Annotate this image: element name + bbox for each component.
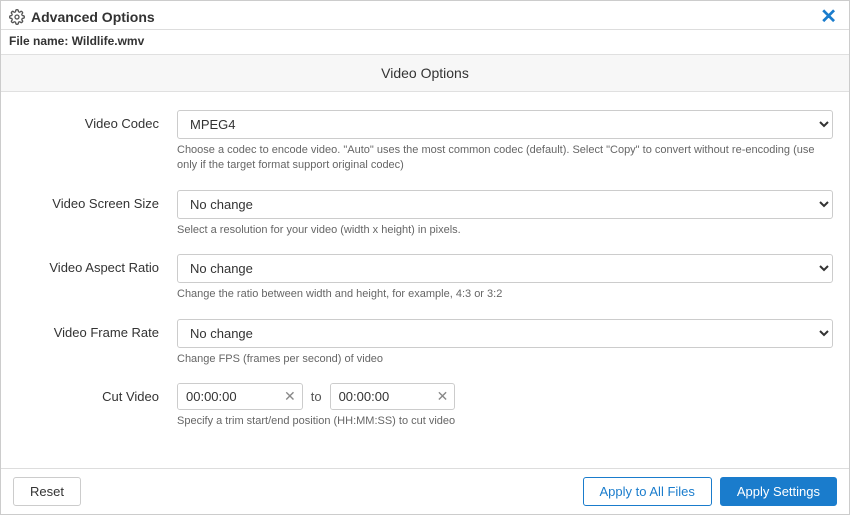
cut-end-input[interactable] bbox=[331, 384, 431, 409]
apply-all-button[interactable]: Apply to All Files bbox=[583, 477, 712, 506]
cut-start-wrapper: ✕ bbox=[177, 383, 303, 410]
to-label: to bbox=[311, 389, 322, 404]
cut-video-hint: Specify a trim start/end position (HH:MM… bbox=[177, 414, 833, 429]
video-frame-rate-group: No change 23.976 24 25 29.97 30 60 Chang… bbox=[177, 319, 833, 367]
video-aspect-ratio-label: Video Aspect Ratio bbox=[17, 254, 177, 275]
video-codec-select[interactable]: Auto MPEG4 H.264 H.265 Copy WMV bbox=[177, 110, 833, 139]
file-name-value: Wildlife.wmv bbox=[72, 34, 145, 48]
cut-video-controls: ✕ to ✕ Specify a trim start/end position… bbox=[177, 383, 833, 429]
gear-icon bbox=[9, 9, 25, 25]
apply-settings-button[interactable]: Apply Settings bbox=[720, 477, 837, 506]
dialog-body: Video Options Video Codec Auto MPEG4 H.2… bbox=[1, 54, 849, 468]
video-frame-rate-label: Video Frame Rate bbox=[17, 319, 177, 340]
video-screen-size-label: Video Screen Size bbox=[17, 190, 177, 211]
cut-video-inputs: ✕ to ✕ bbox=[177, 383, 833, 410]
reset-button[interactable]: Reset bbox=[13, 477, 81, 506]
video-screen-size-row: Video Screen Size No change 320x240 640x… bbox=[1, 182, 849, 246]
video-aspect-ratio-hint: Change the ratio between width and heigh… bbox=[177, 287, 833, 302]
footer-right: Apply to All Files Apply Settings bbox=[583, 477, 837, 506]
dialog-footer: Reset Apply to All Files Apply Settings bbox=[1, 468, 849, 514]
cut-start-input[interactable] bbox=[178, 384, 278, 409]
video-frame-rate-select[interactable]: No change 23.976 24 25 29.97 30 60 bbox=[177, 319, 833, 348]
cut-video-row: Cut Video ✕ to ✕ Specify a trim start/en… bbox=[1, 375, 849, 437]
cut-end-wrapper: ✕ bbox=[330, 383, 456, 410]
video-frame-rate-row: Video Frame Rate No change 23.976 24 25 … bbox=[1, 311, 849, 375]
title-text: Advanced Options bbox=[31, 9, 155, 25]
video-screen-size-select[interactable]: No change 320x240 640x480 1280x720 1920x… bbox=[177, 190, 833, 219]
section-video-options: Video Options bbox=[1, 54, 849, 92]
dialog-title: Advanced Options bbox=[9, 9, 155, 25]
video-screen-size-group: No change 320x240 640x480 1280x720 1920x… bbox=[177, 190, 833, 238]
file-name-row: File name: Wildlife.wmv bbox=[1, 30, 849, 54]
video-codec-row: Video Codec Auto MPEG4 H.264 H.265 Copy … bbox=[1, 102, 849, 182]
video-codec-hint: Choose a codec to encode video. "Auto" u… bbox=[177, 143, 833, 174]
section-title: Video Options bbox=[381, 65, 469, 81]
video-aspect-ratio-select[interactable]: No change 4:3 16:9 3:2 1:1 bbox=[177, 254, 833, 283]
dialog-header: Advanced Options ✕ bbox=[1, 1, 849, 30]
video-aspect-ratio-row: Video Aspect Ratio No change 4:3 16:9 3:… bbox=[1, 246, 849, 310]
video-aspect-ratio-group: No change 4:3 16:9 3:2 1:1 Change the ra… bbox=[177, 254, 833, 302]
video-screen-size-hint: Select a resolution for your video (widt… bbox=[177, 223, 833, 238]
cut-start-clear-button[interactable]: ✕ bbox=[278, 389, 302, 403]
advanced-options-dialog: Advanced Options ✕ File name: Wildlife.w… bbox=[0, 0, 850, 515]
video-codec-label: Video Codec bbox=[17, 110, 177, 131]
close-button[interactable]: ✕ bbox=[818, 7, 839, 27]
cut-video-label: Cut Video bbox=[17, 383, 177, 404]
cut-end-clear-button[interactable]: ✕ bbox=[431, 389, 455, 403]
file-label: File name: bbox=[9, 34, 68, 48]
video-codec-group: Auto MPEG4 H.264 H.265 Copy WMV Choose a… bbox=[177, 110, 833, 174]
video-frame-rate-hint: Change FPS (frames per second) of video bbox=[177, 352, 833, 367]
